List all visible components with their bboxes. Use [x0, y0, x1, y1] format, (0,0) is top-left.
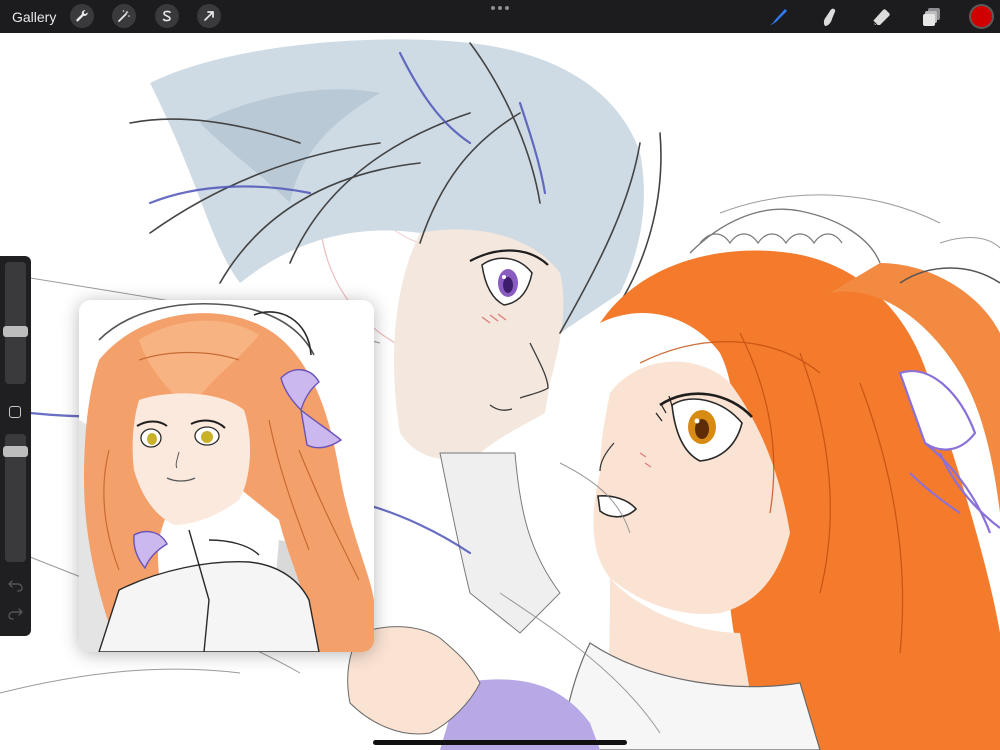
- brush-size-slider[interactable]: [5, 262, 26, 384]
- reference-window[interactable]: [79, 300, 374, 652]
- eraser-icon[interactable]: [869, 5, 893, 29]
- smudge-icon[interactable]: [817, 5, 841, 29]
- redo-icon[interactable]: [7, 606, 24, 620]
- top-toolbar: Gallery: [0, 0, 1000, 33]
- layers-icon[interactable]: [920, 5, 944, 29]
- more-options-icon[interactable]: [491, 3, 509, 13]
- wrench-icon[interactable]: [70, 4, 94, 28]
- left-sidebar: [0, 256, 31, 636]
- reference-image: [79, 300, 374, 652]
- selection-s-icon[interactable]: [155, 4, 179, 28]
- arrow-cursor-icon[interactable]: [197, 4, 221, 28]
- color-swatch[interactable]: [971, 6, 992, 27]
- opacity-thumb[interactable]: [3, 445, 28, 457]
- magic-wand-icon[interactable]: [112, 4, 136, 28]
- brush-size-thumb[interactable]: [3, 326, 28, 338]
- gallery-button[interactable]: Gallery: [12, 7, 56, 27]
- modify-square-icon[interactable]: [9, 406, 21, 418]
- brush-icon[interactable]: [766, 5, 790, 29]
- undo-icon[interactable]: [7, 578, 24, 592]
- home-indicator[interactable]: [373, 740, 627, 745]
